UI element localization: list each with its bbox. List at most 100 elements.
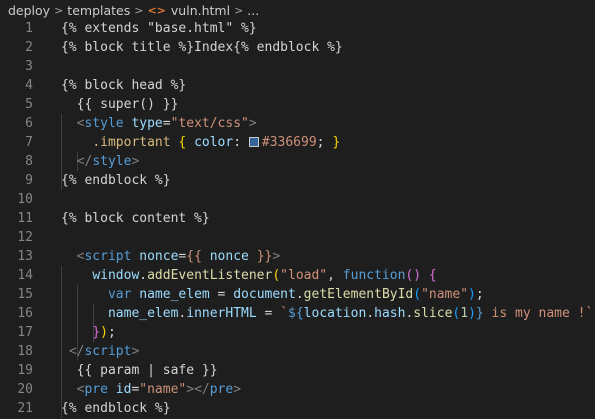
code-token: ; — [316, 135, 333, 150]
code-line[interactable]: 11 {% block content %} — [0, 209, 595, 228]
code-token: > — [131, 154, 140, 169]
code-token: pre — [209, 382, 234, 397]
code-text: <style type="text/css"> — [61, 114, 257, 133]
code-token: </ — [68, 344, 85, 359]
line-number: 4 — [25, 78, 33, 93]
code-text: name_elem.innerHTML = `${location.hash.s… — [61, 304, 595, 323]
code-line[interactable]: 13 <script nonce={{ nonce }}> — [0, 247, 595, 266]
color-swatch-icon[interactable] — [248, 137, 259, 147]
code-line[interactable]: 1 {% extends "base.html" %} — [0, 19, 595, 38]
line-number: 8 — [25, 154, 33, 169]
code-token: var — [107, 287, 132, 302]
code-token: {% block content %} — [61, 211, 210, 226]
code-token: ) — [100, 325, 108, 340]
line-number: 18 — [17, 344, 33, 359]
breadcrumb-item-file[interactable]: vuln.html — [171, 3, 230, 18]
code-line[interactable]: 21 {% endblock %} — [0, 399, 595, 418]
code-token: name_elem — [139, 287, 210, 302]
code-token: > — [272, 249, 281, 264]
code-line[interactable]: 8 </style> — [0, 152, 595, 171]
code-text: {% extends "base.html" %} — [61, 19, 257, 38]
code-token: ${ — [288, 306, 304, 321]
code-token: {{ — [186, 249, 202, 264]
code-line[interactable]: 14 window.addEventListener("load", funct… — [0, 266, 595, 285]
code-token: > — [131, 344, 140, 359]
code-token: ` — [280, 306, 289, 321]
code-line[interactable]: 5 {{ super() }} — [0, 95, 595, 114]
code-line[interactable]: 10 — [0, 190, 595, 209]
code-text: </script> — [61, 342, 139, 361]
code-token: function — [342, 268, 406, 283]
breadcrumb-item-templates[interactable]: templates — [67, 3, 130, 18]
code-token: nonce — [139, 249, 179, 264]
code-line[interactable]: 20 <pre id="name"></pre> — [0, 380, 595, 399]
code-token: . — [139, 268, 148, 283]
code-token: window — [92, 268, 140, 283]
code-text: {{ param | safe }} — [61, 361, 218, 380]
line-number: 16 — [17, 306, 33, 321]
code-token: 1 — [460, 306, 469, 321]
line-number: 1 — [25, 21, 33, 36]
code-line[interactable]: 17 }); — [0, 323, 595, 342]
code-token: . — [366, 306, 375, 321]
code-token: , — [327, 268, 343, 283]
code-token: script — [84, 249, 132, 264]
code-line[interactable]: 2 {% block title %}Index{% endblock %} — [0, 38, 595, 57]
line-number: 5 — [25, 97, 33, 112]
code-token: > — [248, 116, 257, 131]
code-token: "name" — [139, 382, 187, 397]
code-token: : — [233, 135, 249, 150]
code-editor[interactable]: 1 {% extends "base.html" %} 2 {% block titl… — [0, 19, 595, 418]
code-token: slice — [413, 306, 453, 321]
code-line[interactable]: 9 {% endblock %} — [0, 171, 595, 190]
chevron-right-icon: > — [54, 3, 64, 17]
code-line[interactable]: 15 var name_elem = document.getElementBy… — [0, 285, 595, 304]
code-token: {% endblock %} — [61, 173, 171, 188]
line-number: 12 — [17, 230, 33, 245]
code-line[interactable]: 3 — [0, 57, 595, 76]
code-token: {{ param | safe }} — [61, 363, 218, 378]
code-token: } — [92, 325, 101, 340]
code-token: getElementById — [303, 287, 414, 302]
code-token: "load" — [280, 268, 328, 283]
code-line[interactable]: 4 {% block head %} — [0, 76, 595, 95]
code-text: <pre id="name"></pre> — [61, 380, 241, 399]
code-line[interactable]: 19 {{ param | safe }} — [0, 361, 595, 380]
code-line[interactable]: 18 </script> — [0, 342, 595, 361]
code-token: ) — [468, 306, 476, 321]
code-token: nonce — [209, 249, 249, 264]
code-token: {% block title %}Index{% endblock %} — [61, 40, 343, 55]
code-token: {% endblock %} — [61, 401, 171, 416]
code-token: type — [131, 116, 163, 131]
breadcrumb-item-deploy[interactable]: deploy — [8, 3, 50, 18]
code-token: {{ super() }} — [61, 97, 179, 112]
code-token: innerHTML — [186, 306, 257, 321]
code-line[interactable]: 12 — [0, 228, 595, 247]
code-token: "text/css" — [170, 116, 249, 131]
code-token: "name" — [421, 287, 469, 302]
code-line[interactable]: 6 <style type="text/css"> — [0, 114, 595, 133]
code-line[interactable]: 7 .important { color: #336699; } — [0, 133, 595, 152]
code-token: document — [233, 287, 296, 302]
code-text: var name_elem = document.getElementById(… — [61, 285, 484, 304]
code-token: script — [84, 344, 132, 359]
breadcrumb-item-symbols[interactable]: ... — [247, 3, 259, 18]
code-token: style — [92, 154, 132, 169]
code-line[interactable]: 16 name_elem.innerHTML = `${location.has… — [0, 304, 595, 323]
code-token: </ — [76, 154, 93, 169]
code-token: id — [115, 382, 132, 397]
code-token: ) — [468, 287, 476, 302]
code-token: location — [303, 306, 367, 321]
code-text: {% block head %} — [61, 76, 186, 95]
html-file-icon: <> — [147, 3, 166, 17]
